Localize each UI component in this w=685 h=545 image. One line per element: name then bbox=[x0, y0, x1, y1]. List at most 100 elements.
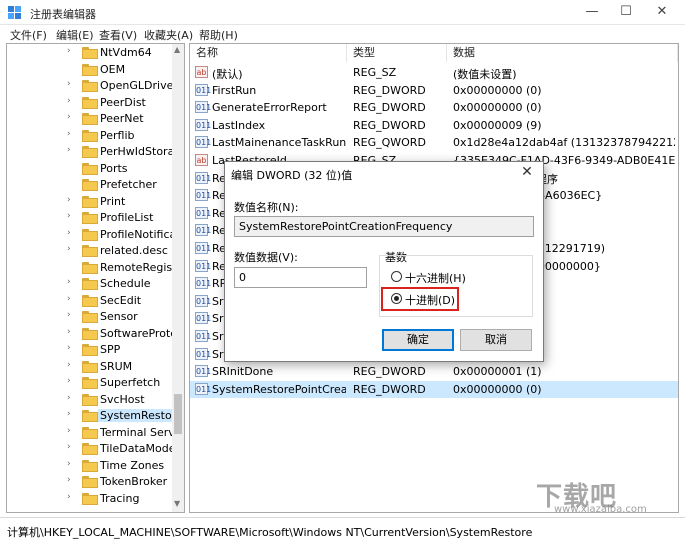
hex-radio[interactable] bbox=[391, 271, 402, 282]
tree-item[interactable]: Ports bbox=[7, 161, 177, 177]
value-row[interactable]: 011 SRInitDone REG_DWORD 0x00000001 (1) bbox=[190, 363, 678, 380]
tree-item-label: Ports bbox=[100, 161, 128, 175]
value-name-field[interactable]: SystemRestorePointCreationFrequency bbox=[234, 216, 534, 237]
menu-help[interactable]: 帮助(H) bbox=[199, 27, 238, 43]
expand-chevron-icon[interactable]: › bbox=[67, 79, 71, 89]
expand-chevron-icon[interactable]: › bbox=[67, 277, 71, 287]
menu-edit[interactable]: 编辑(E) bbox=[56, 27, 94, 43]
folder-icon bbox=[82, 212, 98, 224]
binary-value-icon: 011 bbox=[195, 171, 212, 184]
expand-chevron-icon[interactable]: › bbox=[67, 129, 71, 139]
cancel-button[interactable]: 取消 bbox=[460, 329, 532, 351]
expand-chevron-icon[interactable]: › bbox=[67, 376, 71, 386]
value-type-cell: REG_DWORD bbox=[353, 101, 426, 115]
value-row[interactable]: ab (默认) REG_SZ (数值未设置) bbox=[190, 64, 678, 81]
binary-value-icon: 011 bbox=[195, 330, 212, 342]
expand-chevron-icon[interactable]: › bbox=[67, 409, 71, 419]
expand-chevron-icon[interactable]: › bbox=[67, 195, 71, 205]
tree-item-label: Sensor bbox=[100, 310, 138, 323]
maximize-button[interactable]: ☐ bbox=[609, 0, 643, 25]
tree-item[interactable]: Prefetcher bbox=[7, 177, 177, 193]
expand-chevron-icon[interactable]: › bbox=[67, 327, 71, 337]
tree-item[interactable]: › PeerNet bbox=[7, 111, 177, 127]
expand-chevron-icon[interactable]: › bbox=[67, 46, 71, 56]
scroll-thumb[interactable] bbox=[174, 394, 182, 434]
expand-chevron-icon[interactable]: › bbox=[67, 343, 71, 353]
tree-item[interactable]: › Print bbox=[7, 194, 177, 210]
tree-item[interactable]: › SecEdit bbox=[7, 293, 177, 309]
expand-chevron-icon[interactable]: › bbox=[67, 360, 71, 370]
expand-chevron-icon[interactable]: › bbox=[67, 310, 71, 320]
tree-item[interactable]: › Schedule bbox=[7, 276, 177, 292]
ok-button[interactable]: 确定 bbox=[382, 329, 454, 351]
expand-chevron-icon[interactable]: › bbox=[67, 426, 71, 436]
tree-item[interactable]: › Superfetch bbox=[7, 375, 177, 391]
expand-chevron-icon[interactable]: › bbox=[67, 211, 71, 221]
expand-chevron-icon[interactable]: › bbox=[67, 442, 71, 452]
tree-item[interactable]: › PerHwIdStorag bbox=[7, 144, 181, 160]
expand-chevron-icon[interactable]: › bbox=[67, 393, 71, 403]
value-data-label: 数值数据(V): bbox=[234, 251, 298, 264]
tree-item[interactable]: › ProfileList bbox=[7, 210, 177, 226]
tree-item-label: Superfetch bbox=[100, 376, 161, 389]
value-row[interactable]: 011 FirstRun REG_DWORD 0x00000000 (0) bbox=[190, 82, 678, 99]
dialog-close-icon[interactable]: ✕ bbox=[517, 164, 537, 180]
scroll-down-icon[interactable]: ▼ bbox=[174, 499, 180, 508]
menu-view[interactable]: 查看(V) bbox=[99, 27, 137, 43]
tree-item[interactable]: › Tracing bbox=[7, 491, 177, 507]
tree-item[interactable]: › SRUM bbox=[7, 359, 177, 375]
watermark-url: www.xiazaiba.com bbox=[554, 504, 647, 515]
tree-item[interactable]: OEM bbox=[7, 62, 177, 78]
value-row[interactable]: 011 GenerateErrorReport REG_DWORD 0x0000000… bbox=[190, 99, 678, 116]
menu-file[interactable]: 文件(F) bbox=[10, 27, 47, 43]
window-title: 注册表编辑器 bbox=[30, 8, 96, 21]
tree-item[interactable]: › Terminal Server bbox=[7, 425, 184, 441]
column-header-name[interactable]: 名称 bbox=[190, 44, 347, 62]
value-name-cell: FirstRun bbox=[212, 83, 257, 97]
key-tree[interactable]: › NtVdm64 OEM › OpenGLDrivers › PeerDist › PeerN… bbox=[6, 43, 185, 513]
tree-item[interactable]: › SystemRestore bbox=[7, 408, 184, 424]
tree-scrollbar[interactable]: ▲ ▼ bbox=[172, 44, 184, 512]
folder-icon bbox=[82, 63, 98, 76]
tree-item[interactable]: › related.desc bbox=[7, 243, 177, 259]
tree-item[interactable]: › Time Zones bbox=[7, 458, 177, 474]
value-row[interactable]: 011LastMainenanceTaskRunTi... REG_QWORD 0x… bbox=[190, 134, 678, 151]
minimize-button[interactable]: — bbox=[575, 0, 609, 25]
expand-chevron-icon[interactable]: › bbox=[67, 145, 71, 155]
expand-chevron-icon[interactable]: › bbox=[67, 294, 71, 304]
value-row[interactable]: 011SystemRestorePointCreati... REG_DWORD 0… bbox=[190, 380, 678, 398]
column-header-type[interactable]: 类型 bbox=[347, 44, 447, 62]
expand-chevron-icon[interactable]: › bbox=[67, 112, 71, 122]
tree-item[interactable]: › Sensor bbox=[7, 309, 177, 325]
tree-item-label: TileDataModel bbox=[100, 442, 179, 455]
value-row[interactable]: 011 LastIndex REG_DWORD 0x00000009 (9) bbox=[190, 117, 678, 134]
expand-chevron-icon[interactable]: › bbox=[67, 96, 71, 106]
scroll-up-icon[interactable]: ▲ bbox=[174, 45, 180, 54]
expand-chevron-icon[interactable]: › bbox=[67, 492, 71, 502]
column-header-data[interactable]: 数据 bbox=[447, 44, 678, 62]
expand-chevron-icon[interactable]: › bbox=[67, 459, 71, 469]
tree-item[interactable]: › NtVdm64 bbox=[7, 45, 177, 61]
tree-item[interactable]: RemoteRegistry bbox=[7, 260, 184, 276]
expand-chevron-icon[interactable]: › bbox=[67, 228, 71, 238]
folder-icon bbox=[82, 146, 98, 158]
tree-item-label: SvcHost bbox=[100, 392, 145, 406]
tree-item[interactable]: › SPP bbox=[7, 342, 177, 358]
expand-chevron-icon[interactable]: › bbox=[67, 475, 71, 485]
close-button[interactable]: ✕ bbox=[645, 0, 679, 25]
tree-item[interactable]: › SvcHost bbox=[7, 392, 177, 408]
tree-item-label: PeerDist bbox=[100, 95, 146, 109]
expand-chevron-icon[interactable]: › bbox=[67, 244, 71, 254]
tree-item[interactable]: › SoftwareProtec bbox=[7, 326, 183, 342]
tree-item[interactable]: › TileDataModel bbox=[7, 441, 179, 457]
folder-icon bbox=[82, 377, 98, 389]
tree-item[interactable]: › PeerDist bbox=[7, 95, 177, 111]
tree-item[interactable]: › Perflib bbox=[7, 128, 177, 144]
tree-item[interactable]: › ProfileNotificati bbox=[7, 227, 184, 243]
menu-favorites[interactable]: 收藏夹(A) bbox=[144, 27, 193, 43]
hex-radio-label[interactable]: 十六进制(H) bbox=[405, 270, 466, 286]
value-name-cell: SRInitDone bbox=[212, 365, 274, 379]
tree-item[interactable]: › OpenGLDrivers bbox=[7, 78, 184, 94]
tree-item[interactable]: › TokenBroker bbox=[7, 474, 177, 490]
value-data-input[interactable]: 0 bbox=[234, 267, 367, 288]
